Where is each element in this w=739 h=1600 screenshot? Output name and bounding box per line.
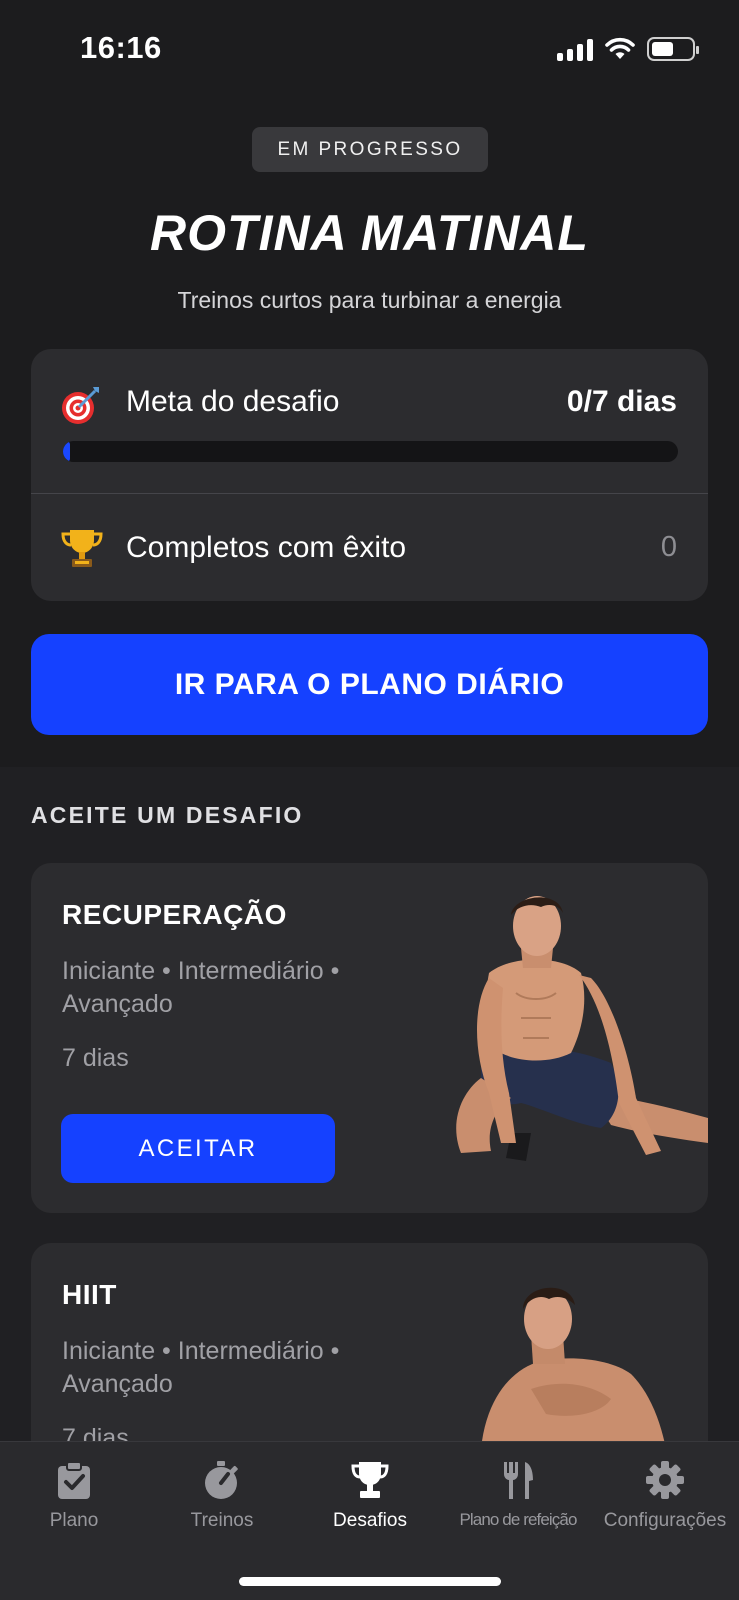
goal-value: 0/7 dias <box>566 385 677 418</box>
challenge-progress-card: Meta do desafio 0/7 dias Completos com ê… <box>31 349 708 601</box>
challenge-title: RECUPERAÇÃO <box>62 899 287 930</box>
card-divider <box>31 493 708 494</box>
goal-label: Meta do desafio <box>126 385 340 418</box>
page-subtitle: Treinos curtos para turbinar a energia <box>177 287 562 313</box>
tab-treinos[interactable]: Treinos <box>148 1442 296 1552</box>
challenge-duration: 7 dias <box>62 1044 129 1072</box>
target-dart-icon <box>62 387 99 424</box>
tab-label: Treinos <box>190 1510 254 1531</box>
success-label: Completos com êxito <box>126 531 407 564</box>
accept-button[interactable]: ACEITAR <box>61 1114 335 1183</box>
section-title: ACEITE UM DESAFIO <box>31 802 304 828</box>
gear-icon <box>646 1461 684 1499</box>
athlete-stretching-image <box>456 896 708 1161</box>
home-indicator[interactable] <box>239 1577 501 1586</box>
challenge-title: HIIT <box>62 1279 117 1310</box>
status-time: 16:16 <box>80 30 162 65</box>
status-bar: 16:16 <box>0 0 739 100</box>
athlete-hiit-image <box>481 1287 666 1449</box>
page-title: ROTINA MATINAL <box>150 205 589 261</box>
challenge-levels: Iniciante • Intermediário • Avançado <box>62 957 340 1018</box>
clipboard-check-icon <box>58 1461 90 1499</box>
battery-icon <box>647 37 699 61</box>
success-value: 0 <box>660 531 677 563</box>
tab-label: Plano <box>49 1510 99 1531</box>
wifi-icon <box>605 37 635 59</box>
tab-label: Plano de refeição <box>459 1510 577 1529</box>
status-badge: EM PROGRESSO <box>252 127 488 172</box>
goal-progress-fill <box>63 441 70 462</box>
status-icons <box>557 34 699 64</box>
tab-label: Configurações <box>603 1510 727 1531</box>
tab-configuracoes[interactable]: Configurações <box>591 1442 739 1552</box>
stopwatch-icon <box>205 1461 238 1499</box>
tab-label: Desafios <box>333 1510 407 1531</box>
go-to-daily-plan-button[interactable]: IR PARA O PLANO DIÁRIO <box>31 634 708 735</box>
tab-desafios[interactable]: Desafios <box>296 1442 444 1552</box>
fork-knife-icon <box>504 1462 533 1499</box>
cellular-signal-icon <box>557 37 593 61</box>
tab-plano-refeicao[interactable]: Plano de refeição <box>444 1442 592 1552</box>
goal-progress-bar <box>63 441 678 462</box>
challenge-levels: Iniciante • Intermediário • Avançado <box>62 1337 340 1398</box>
trophy-icon <box>351 1462 389 1498</box>
tab-plano[interactable]: Plano <box>0 1442 148 1552</box>
challenge-card-recuperacao[interactable]: RECUPERAÇÃO Iniciante • Intermediário • … <box>31 863 708 1213</box>
trophy-icon <box>61 530 103 567</box>
